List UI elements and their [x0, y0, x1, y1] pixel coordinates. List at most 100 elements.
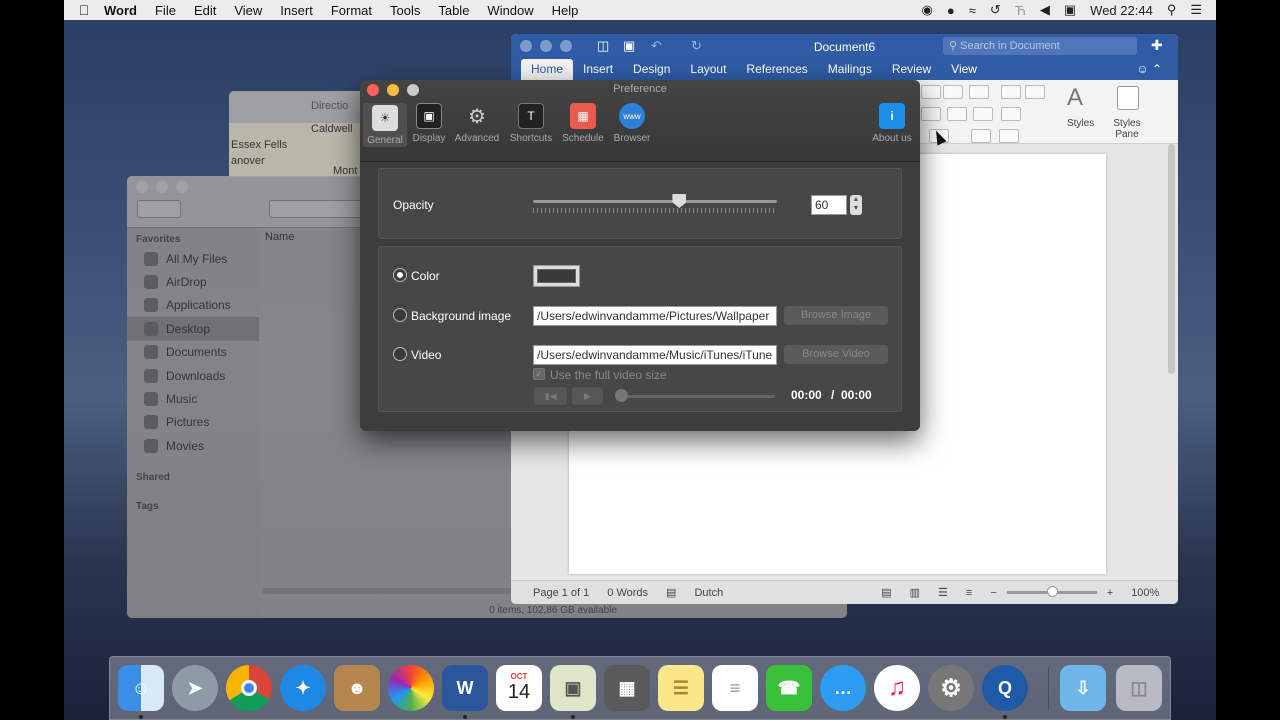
record-icon[interactable]: ◉ — [922, 2, 933, 18]
toolbar-browser[interactable]: www Browser — [603, 103, 661, 144]
time-machine-icon[interactable]: ↺ — [990, 2, 1001, 18]
sidebar-item-desktop[interactable]: Desktop — [127, 317, 259, 341]
sidebar-item-pictures[interactable]: Pictures — [127, 411, 259, 434]
increase-indent-icon[interactable] — [1025, 85, 1045, 99]
word-count[interactable]: 0 Words — [607, 587, 648, 599]
background-image-radio[interactable] — [393, 308, 407, 322]
minimize-icon[interactable] — [258, 96, 270, 108]
itunes-icon[interactable]: ♫ — [874, 665, 920, 711]
color-swatch[interactable] — [533, 265, 580, 287]
calculator-icon[interactable]: ▦ — [604, 665, 650, 711]
tab-mailings[interactable]: Mailings — [818, 62, 882, 80]
sort-icon[interactable] — [971, 129, 991, 143]
facetime-icon[interactable]: ☎ — [766, 665, 812, 711]
menu-format[interactable]: Format — [331, 3, 372, 18]
finder-icon[interactable]: ☺ — [118, 665, 164, 711]
preview-icon[interactable]: ▣ — [550, 665, 596, 711]
proofing-icon[interactable]: ▤ — [666, 586, 676, 599]
decrease-indent-icon[interactable] — [1001, 85, 1021, 99]
maps-directions-label[interactable]: Directio — [311, 100, 348, 112]
tab-view[interactable]: View — [941, 62, 987, 80]
wifi-icon[interactable]: ≈ — [969, 3, 976, 18]
sidebar-item-downloads[interactable]: Downloads — [127, 364, 259, 387]
calendar-icon[interactable]: OCT 14 — [496, 665, 542, 711]
justify-icon[interactable] — [973, 107, 993, 121]
zoom-slider[interactable] — [1006, 586, 1097, 597]
menu-view[interactable]: View — [234, 3, 262, 18]
close-icon[interactable] — [136, 181, 148, 193]
share-icon[interactable]: ✚ — [1151, 37, 1163, 54]
styles-pane-icon[interactable] — [1117, 86, 1139, 110]
launchpad-icon[interactable]: ➤ — [172, 665, 218, 711]
opacity-slider-thumb[interactable] — [672, 194, 687, 208]
multilevel-list-icon[interactable] — [969, 85, 989, 99]
chrome-icon[interactable] — [226, 665, 272, 711]
zoom-level[interactable]: 100% — [1131, 587, 1159, 599]
vertical-scrollbar[interactable] — [1168, 144, 1175, 374]
browse-video-button[interactable]: Browse Video — [784, 345, 888, 364]
video-progress-slider[interactable] — [615, 395, 775, 398]
tab-layout[interactable]: Layout — [680, 62, 736, 80]
video-radio[interactable] — [393, 347, 407, 361]
sidebar-item-airdrop[interactable]: AirDrop — [127, 270, 259, 293]
zoom-slider-thumb[interactable] — [1046, 586, 1058, 597]
menu-table[interactable]: Table — [438, 3, 469, 18]
trash-icon[interactable]: ◫ — [1116, 665, 1162, 711]
menu-insert[interactable]: Insert — [280, 3, 313, 18]
name-column-header[interactable]: Name — [265, 231, 294, 243]
smiley-feedback-icon[interactable]: ☺ ⌃ — [1136, 62, 1162, 76]
close-icon[interactable] — [238, 96, 250, 108]
opacity-value-field[interactable]: 60 — [811, 195, 847, 215]
sidebar-item-applications[interactable]: Applications — [127, 294, 259, 317]
align-center-icon[interactable] — [921, 107, 941, 121]
zoom-in-icon[interactable]: + — [1107, 587, 1113, 599]
tab-references[interactable]: References — [736, 62, 817, 80]
search-in-document-input[interactable]: ⚲ Search in Document — [943, 37, 1137, 55]
menu-edit[interactable]: Edit — [194, 3, 216, 18]
minimize-icon[interactable] — [156, 181, 168, 193]
sidebar-item-documents[interactable]: Documents — [127, 341, 259, 364]
toolbar-about[interactable]: i About us — [863, 103, 920, 144]
page-count[interactable]: Page 1 of 1 — [533, 587, 589, 599]
tab-home[interactable]: Home — [521, 59, 574, 80]
toolbar-shortcuts[interactable]: T Shortcuts — [502, 103, 560, 144]
draft-icon[interactable]: ≡ — [966, 587, 972, 599]
messages-icon[interactable]: … — [820, 665, 866, 711]
line-spacing-icon[interactable] — [1001, 107, 1021, 121]
background-image-path-field[interactable]: /Users/edwinvandamme/Pictures/Wallpaper — [533, 306, 777, 326]
quicktime-icon[interactable]: Q — [982, 665, 1028, 711]
styles-button[interactable]: Styles — [1067, 118, 1094, 129]
sidebar-item-all-my-files[interactable]: All My Files — [127, 247, 259, 270]
menu-file[interactable]: File — [155, 3, 176, 18]
safari-icon[interactable]: ✦ — [280, 665, 326, 711]
clock[interactable]: Wed 22:44 — [1090, 3, 1153, 18]
apple-icon[interactable]:  — [64, 2, 104, 18]
language[interactable]: Dutch — [694, 587, 723, 599]
opacity-stepper[interactable]: ▲ ▼ — [850, 195, 862, 215]
zoom-icon[interactable] — [278, 96, 290, 108]
tab-design[interactable]: Design — [623, 62, 680, 80]
bullets-icon[interactable] — [921, 85, 941, 99]
menu-app-name[interactable]: Word — [104, 3, 137, 18]
sidebar-item-movies[interactable]: Movies — [127, 434, 259, 457]
sidebar-item-music[interactable]: Music — [127, 387, 259, 410]
bluetooth-icon[interactable]: Ћ — [1015, 3, 1026, 18]
browse-image-button[interactable]: Browse Image — [784, 306, 888, 325]
spotlight-icon[interactable]: ⚲ — [1167, 2, 1177, 18]
full-video-size-checkbox[interactable]: ✓ — [533, 368, 545, 380]
mute-button[interactable]: ▮◀ — [534, 387, 567, 405]
menu-help[interactable]: Help — [552, 3, 579, 18]
menu-tools[interactable]: Tools — [390, 3, 420, 18]
zoom-icon[interactable] — [176, 181, 188, 193]
numbering-icon[interactable] — [943, 85, 963, 99]
align-right-icon[interactable] — [947, 107, 967, 121]
color-radio[interactable] — [393, 268, 407, 282]
notification-center-icon[interactable]: ☰ — [1190, 2, 1202, 18]
notes-icon[interactable]: ☰ — [658, 665, 704, 711]
contacts-icon[interactable]: ☻ — [334, 665, 380, 711]
battery-icon[interactable]: ▣ — [1064, 2, 1076, 18]
photos-icon[interactable] — [388, 665, 434, 711]
toolbar-advanced[interactable]: ⚙ Advanced — [448, 103, 506, 145]
show-formatting-icon[interactable] — [999, 129, 1019, 143]
video-progress-thumb[interactable] — [615, 389, 628, 402]
